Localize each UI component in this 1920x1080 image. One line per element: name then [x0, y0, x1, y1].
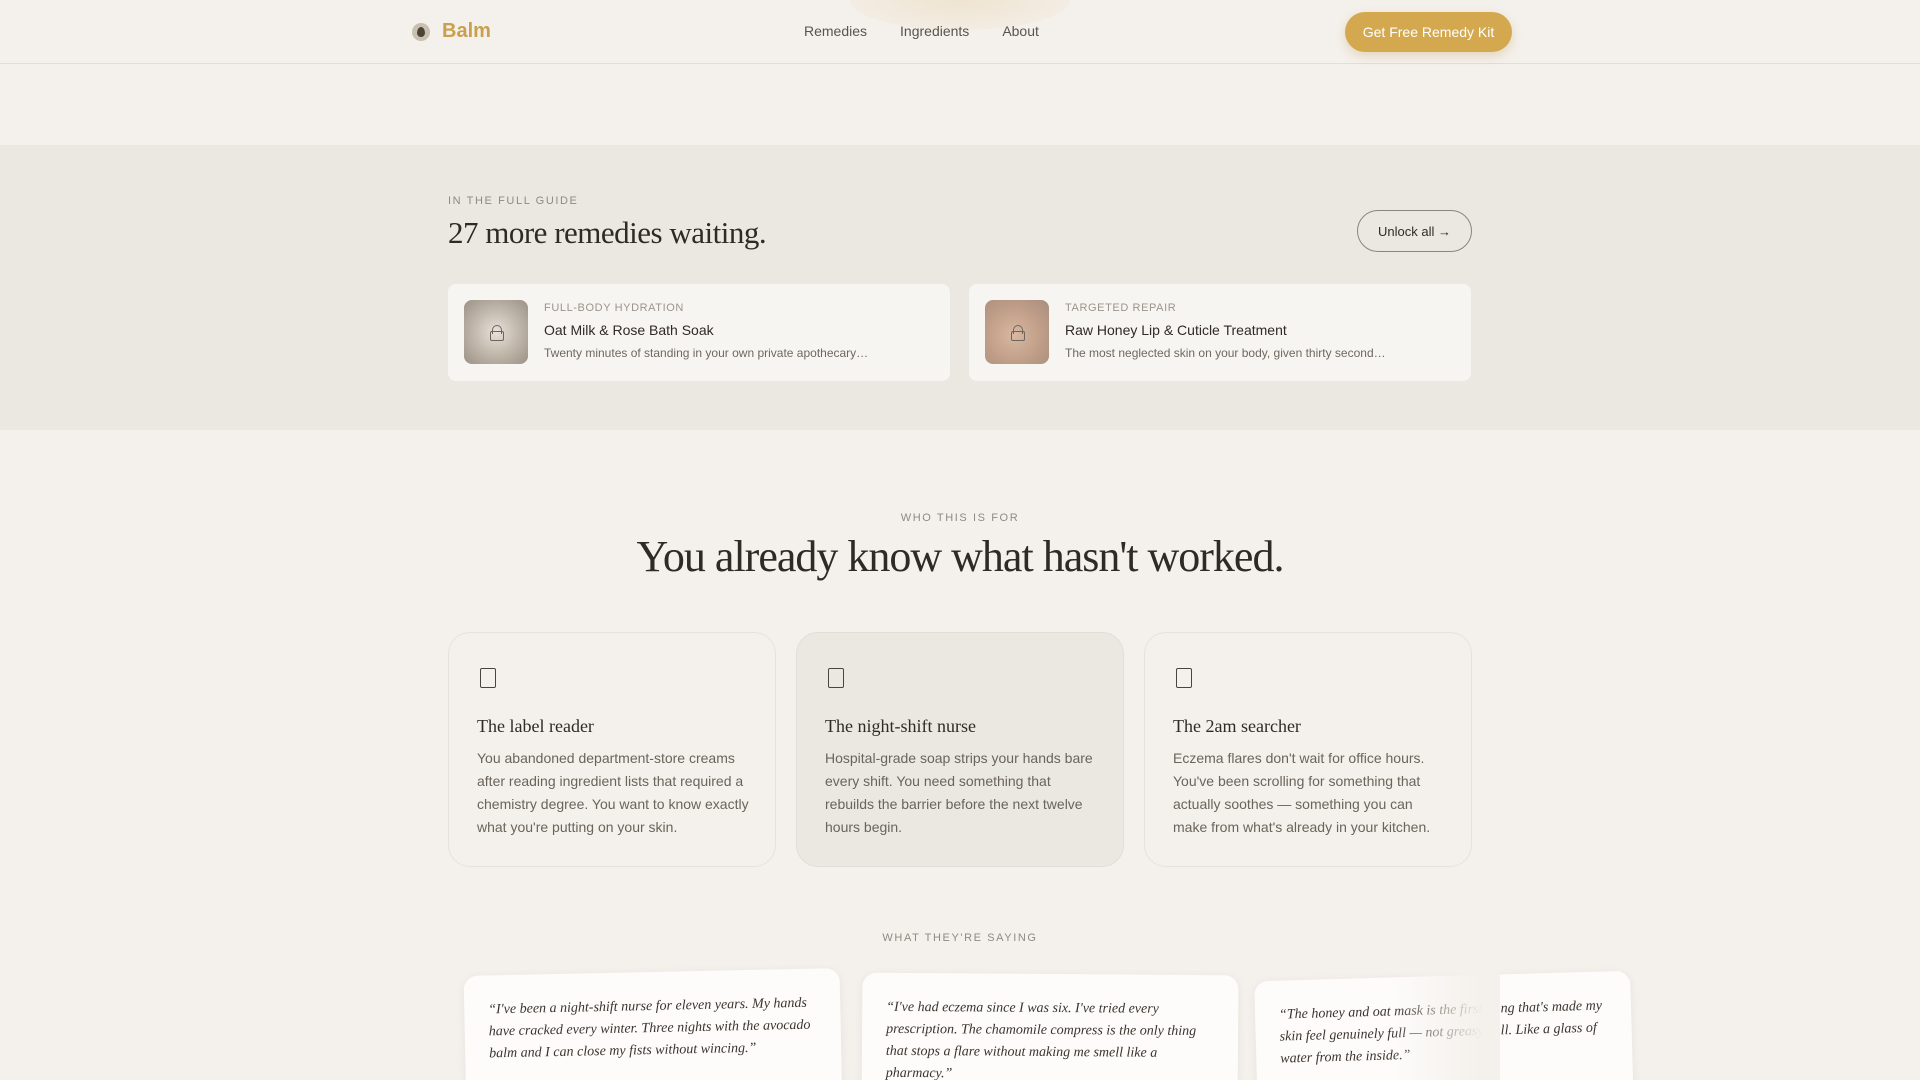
testimonial-card: “I've had eczema since I was six. I've t…: [861, 972, 1239, 1080]
main-nav: Remedies Ingredients About: [804, 23, 1039, 39]
who-title: You already know what hasn't worked.: [636, 532, 1285, 581]
locked-remedies-section: IN THE FULL GUIDE 27 more remedies waiti…: [0, 145, 1920, 430]
testimonial-quote: “I've been a night-shift nurse for eleve…: [488, 995, 811, 1062]
who-eyebrow: WHO THIS IS FOR: [900, 512, 1020, 524]
locked-remedy-card[interactable]: TARGETED REPAIR Raw Honey Lip & Cuticle …: [969, 284, 1471, 381]
persona-icon: [828, 668, 844, 688]
brand-logo[interactable]: Balm: [412, 20, 491, 43]
persona-desc: Eczema flares don't wait for office hour…: [1173, 750, 1431, 835]
testimonial-card: “I've been a night-shift nurse for eleve…: [463, 968, 843, 1080]
testimonials-eyebrow: WHAT THEY'RE SAYING: [882, 932, 1038, 944]
persona-icon: [480, 668, 496, 688]
lock-icon: [490, 325, 504, 341]
remedy-category: FULL-BODY HYDRATION: [544, 302, 684, 314]
get-free-kit-button[interactable]: Get Free Remedy Kit: [1345, 12, 1512, 52]
remedy-category: TARGETED REPAIR: [1065, 302, 1177, 314]
drop-icon: [412, 22, 430, 41]
persona-desc: Hospital-grade soap strips your hands ba…: [825, 750, 1093, 835]
nav-about[interactable]: About: [1002, 23, 1039, 39]
remedy-title: Oat Milk & Rose Bath Soak: [544, 322, 714, 338]
nav-remedies[interactable]: Remedies: [804, 23, 867, 39]
site-header: Balm Remedies Ingredients About Get Free…: [0, 0, 1920, 64]
remedy-title: Raw Honey Lip & Cuticle Treatment: [1065, 322, 1287, 338]
carousel-fade: [1390, 960, 1500, 1080]
remedy-thumbnail: [985, 300, 1049, 364]
unlock-all-button[interactable]: Unlock all →: [1357, 210, 1472, 252]
persona-card: The night-shift nurse Hospital-grade soa…: [796, 632, 1124, 867]
persona-card: The label reader You abandoned departmen…: [448, 632, 776, 867]
persona-title: The label reader: [477, 716, 594, 736]
nav-ingredients[interactable]: Ingredients: [900, 23, 969, 39]
section-title: 27 more remedies waiting.: [448, 215, 767, 250]
remedy-desc: Twenty minutes of standing in your own p…: [544, 346, 869, 360]
locked-remedy-card[interactable]: FULL-BODY HYDRATION Oat Milk & Rose Bath…: [448, 284, 950, 381]
persona-title: The 2am searcher: [1173, 716, 1301, 736]
remedy-desc: The most neglected skin on your body, gi…: [1065, 346, 1386, 360]
testimonial-quote: “I've had eczema since I was six. I've t…: [885, 999, 1197, 1080]
brand-name[interactable]: Balm: [442, 20, 491, 43]
section-eyebrow: IN THE FULL GUIDE: [448, 195, 579, 207]
persona-desc: You abandoned department-store creams af…: [477, 750, 749, 835]
persona-title: The night-shift nurse: [825, 716, 976, 736]
lock-icon: [1011, 325, 1025, 341]
remedy-thumbnail: [464, 300, 528, 364]
persona-icon: [1176, 668, 1192, 688]
persona-card: The 2am searcher Eczema flares don't wai…: [1144, 632, 1472, 867]
